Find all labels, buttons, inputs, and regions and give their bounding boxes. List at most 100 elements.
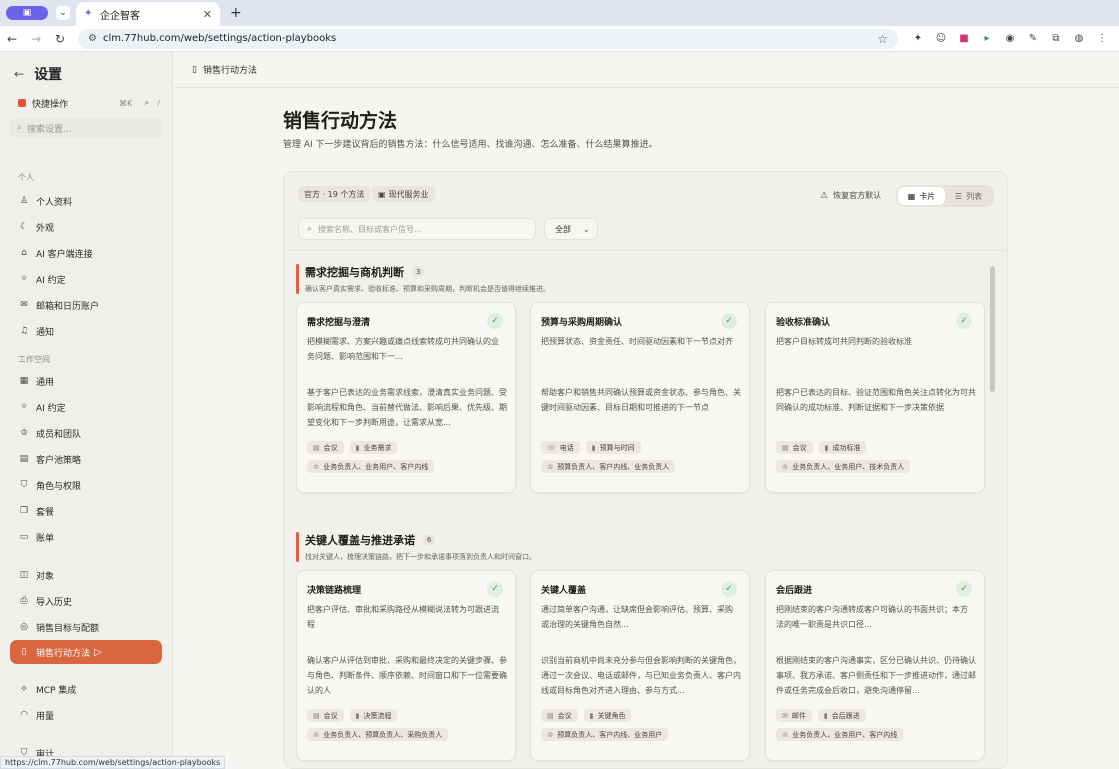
divider	[284, 250, 1007, 251]
settings-search-input[interactable]: ⌕ 搜索设置...	[10, 118, 162, 138]
playbook-card[interactable]: 决策链路梳理 ✓ 把客户评估、审批和采购路径从模糊说法转为可跟进流程 确认客户从…	[296, 570, 516, 761]
forward-icon[interactable]: →	[24, 32, 48, 46]
sidebar-item-customer-pool[interactable]: ▤ 客户池策略	[0, 446, 172, 472]
sidebar-item-label: 用量	[36, 711, 55, 722]
group-count-badge: 3	[412, 267, 425, 277]
tag-label: 预算与时间	[599, 443, 635, 452]
playbook-search-input[interactable]: ⌕ 搜索名称、目标或客户信号...	[298, 218, 536, 240]
sidebar-item-action-playbooks[interactable]: ▯ 销售行动方法 ▷	[10, 640, 162, 664]
card-title: 决策链路梳理	[307, 586, 362, 596]
sidebar-item-billing[interactable]: ▭ 账单	[0, 524, 172, 550]
warning-icon: ⚠	[820, 190, 829, 201]
card-summary: 把客户目标转成可共同判断的验收标准	[776, 337, 912, 346]
playbook-card[interactable]: 预算与采购周期确认 ✓ 把预算状态、资金责任、时间驱动因素和下一节点对齐 帮助客…	[530, 302, 750, 493]
sidebar-item-roles[interactable]: ⛉ 角色与权限	[0, 472, 172, 498]
sidebar-item-import-history[interactable]: ⎙ 导入历史	[0, 588, 172, 614]
sidebar-item-objects[interactable]: ◫ 对象	[0, 562, 172, 588]
feather-extension-icon[interactable]: ✎	[1027, 33, 1039, 45]
channel-tag: ▤ 会议	[307, 709, 344, 722]
face-extension-icon[interactable]: ☺	[935, 33, 947, 45]
profile-icon[interactable]: ▣	[6, 6, 48, 20]
close-tab-icon[interactable]: ✕	[203, 8, 212, 21]
filter-value: 全部	[555, 224, 571, 234]
browser-tab[interactable]: ✦ 企企智客 ✕	[76, 2, 220, 26]
url-field[interactable]: ⚙ clm.77hub.com/web/settings/action-play…	[78, 28, 898, 49]
scrollbar[interactable]	[990, 266, 995, 392]
card-body: 帮助客户和销售共同确认预算或资金状态、参与角色、关键时间驱动因素、目标日期和可推…	[541, 388, 741, 412]
pink-extension-icon[interactable]: ■	[958, 33, 970, 45]
reload-icon[interactable]: ↻	[48, 32, 72, 46]
filter-select[interactable]: 全部 ⌄	[544, 218, 598, 240]
sidebar-item-ai-client[interactable]: ⌂ AI 客户端连接	[0, 240, 172, 266]
tag-label: 成功标准	[832, 443, 861, 452]
sidebar-item-mcp[interactable]: ⟡ MCP 集成	[0, 676, 172, 702]
tag-label: 会议	[323, 443, 338, 452]
quick-actions[interactable]: 快捷操作 ⌘K ⌕ /	[0, 96, 172, 110]
card-title: 需求挖掘与澄清	[307, 318, 371, 328]
sidebar-item-label: 外观	[36, 223, 55, 234]
group-description: 确认客户真实需求、验收标准、预算和采购周期，判断机会是否值得继续推进。	[305, 285, 550, 293]
roles-tag: ♔ 预算负责人、客户内线、业务用户	[541, 728, 669, 741]
puzzle-extension-icon[interactable]: ⧉	[1050, 33, 1062, 45]
tab-list-chevron-icon[interactable]: ⌄	[56, 6, 70, 20]
book-icon: ▯	[192, 64, 197, 75]
avatar-icon[interactable]: ◍	[1073, 33, 1085, 45]
sidebar-item-mail-calendar[interactable]: ✉ 邮箱和日历账户	[0, 292, 172, 318]
playbook-card[interactable]: 需求挖掘与澄清 ✓ 把模糊需求、方案兴趣或痛点线索转成可共同确认的业务问题、影响…	[296, 302, 516, 493]
menu-kebab-icon[interactable]: ⋮	[1096, 33, 1108, 45]
card-summary: 把预算状态、资金责任、时间驱动因素和下一节点对齐	[541, 337, 733, 346]
back-icon[interactable]: ←	[0, 32, 24, 46]
mail-icon: ✉	[20, 300, 28, 310]
breadcrumb-current: 销售行动方法	[202, 66, 257, 76]
check-icon: ✓	[721, 313, 737, 329]
new-tab-icon[interactable]: +	[230, 5, 242, 21]
green-extension-icon[interactable]: ▸	[981, 33, 993, 45]
search-icon[interactable]: ⌕	[144, 98, 149, 108]
tag-label: 电话	[559, 443, 574, 452]
view-card-label: 卡片	[919, 191, 936, 201]
sidebar-item-sales-targets[interactable]: ◎ 销售目标与配额	[0, 614, 172, 640]
chevron-down-icon: ⌄	[583, 224, 590, 234]
card-body: 把客户已表达的目标、验证范围和角色关注点转化为可共同确认的成功标准、判断证据和下…	[776, 388, 976, 412]
sidebar-item-appearance[interactable]: ☾ 外观	[0, 214, 172, 240]
sidebar-item-label: 角色与权限	[36, 481, 82, 492]
card-summary: 把模糊需求、方案兴趣或痛点线索转成可共同确认的业务问题、影响范围和下一...	[307, 337, 499, 361]
phone-icon: ☏	[547, 443, 556, 452]
channel-tag: ☏ 电话	[541, 441, 580, 454]
industry-chip[interactable]: ▣ 现代服务业	[372, 186, 435, 202]
sidebar-item-plan[interactable]: ❒ 套餐	[0, 498, 172, 524]
sidebar-item-usage[interactable]: ◠ 用量	[0, 702, 172, 728]
signal-icon: ▮	[823, 711, 828, 720]
sidebar-item-ai-rules-workspace[interactable]: ✧ AI 约定	[0, 394, 172, 420]
camera-extension-icon[interactable]: ◉	[1004, 33, 1016, 45]
bookmark-star-icon[interactable]: ☆	[877, 32, 888, 46]
sidebar-item-general[interactable]: ▦ 通用	[0, 368, 172, 394]
sidebar-item-label: 客户池策略	[36, 455, 82, 466]
mail-icon: ✉	[782, 711, 788, 720]
site-settings-icon[interactable]: ⚙	[88, 33, 97, 44]
tag-label: 会议	[323, 711, 338, 720]
sidebar-item-profile[interactable]: ♙ 个人资料	[0, 188, 172, 214]
signal-icon: ▮	[824, 443, 829, 452]
roles-tag: ♔ 预算负责人、客户内线、业务负责人	[541, 460, 676, 473]
signal-icon: ▮	[355, 711, 360, 720]
view-card-button[interactable]: ▦ 卡片	[898, 187, 945, 205]
playbook-card[interactable]: 验收标准确认 ✓ 把客户目标转成可共同判断的验收标准 把客户已表达的目标、验证范…	[765, 302, 985, 493]
group-accent	[296, 264, 299, 294]
user-icon: ♙	[19, 196, 29, 206]
sidebar-item-label: 通知	[36, 327, 55, 338]
playbook-card[interactable]: 关键人覆盖 ✓ 通过简单客户沟通，让缺席但会影响评估、预算、采购或治理的关键角色…	[530, 570, 750, 761]
tag-label: 会议	[557, 711, 572, 720]
back-arrow-icon[interactable]: ←	[14, 67, 24, 81]
sidebar-item-members[interactable]: ♔ 成员和团队	[0, 420, 172, 446]
settings-search-placeholder: 搜索设置...	[27, 124, 72, 135]
playbook-card[interactable]: 会后跟进 ✓ 把刚结束的客户沟通转成客户可确认的书面共识；本方法的唯一职责是共识…	[765, 570, 985, 761]
ai-extension-icon[interactable]: ✦	[912, 33, 924, 45]
view-list-button[interactable]: ☰ 列表	[945, 187, 992, 205]
sidebar-item-label: 销售行动方法	[36, 648, 91, 659]
browser-tab-bar: ▣ ⌄ ✦ 企企智客 ✕ +	[0, 0, 1119, 26]
roles-label: 业务负责人、业务用户、客户内线	[323, 462, 429, 471]
sidebar-item-ai-rules[interactable]: ✧ AI 约定	[0, 266, 172, 292]
sidebar-item-notifications[interactable]: ♫ 通知	[0, 318, 172, 344]
reset-default-button[interactable]: ⚠ 恢复官方默认	[820, 190, 881, 201]
